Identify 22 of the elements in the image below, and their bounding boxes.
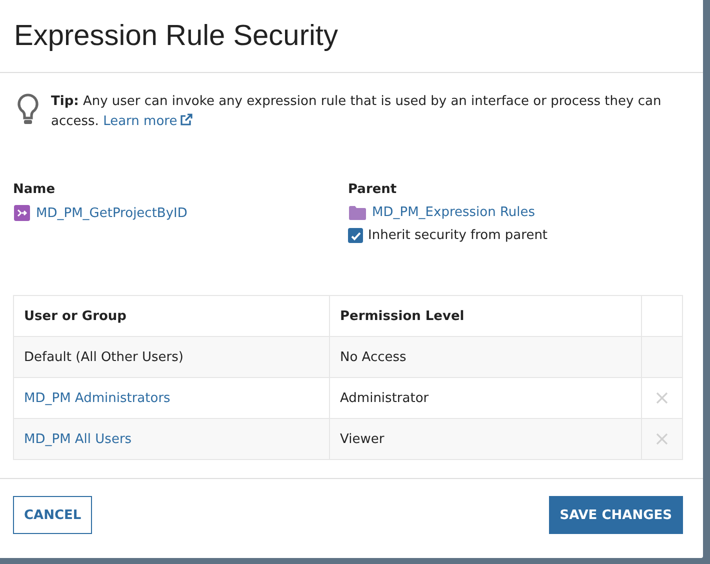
parent-label: Parent bbox=[348, 182, 398, 197]
cancel-button[interactable]: CANCEL bbox=[13, 496, 92, 534]
inherit-label: Inherit security from parent bbox=[368, 228, 548, 243]
inherit-checkbox[interactable] bbox=[348, 228, 363, 243]
table-cell[interactable]: MD_PM All Users bbox=[14, 418, 330, 460]
rule-name-link[interactable]: MD_PM_GetProjectByID bbox=[36, 206, 188, 220]
lightbulb-icon bbox=[17, 93, 39, 127]
remove-icon[interactable] bbox=[656, 433, 668, 445]
column-header: Permission Level bbox=[330, 296, 642, 336]
dialog-title: Expression Rule Security bbox=[14, 20, 338, 52]
folder-icon bbox=[349, 206, 366, 220]
remove-icon[interactable] bbox=[656, 392, 668, 404]
column-header: User or Group bbox=[14, 296, 330, 336]
parent-folder-link[interactable]: MD_PM_Expression Rules bbox=[372, 205, 536, 220]
table-cell: No Access bbox=[330, 336, 642, 378]
table-cell: Viewer bbox=[330, 418, 642, 460]
save-changes-button[interactable]: SAVE CHANGES bbox=[548, 496, 683, 534]
external-link-icon bbox=[180, 113, 194, 126]
tip-text: Tip: Any user can invoke any expression rule that is used by an interface or process they can access. Learn more bbox=[51, 93, 662, 131]
learn-more-link[interactable]: Learn more bbox=[103, 114, 194, 129]
table-cell: Default (All Other Users) bbox=[14, 336, 330, 378]
name-label: Name bbox=[13, 182, 56, 197]
